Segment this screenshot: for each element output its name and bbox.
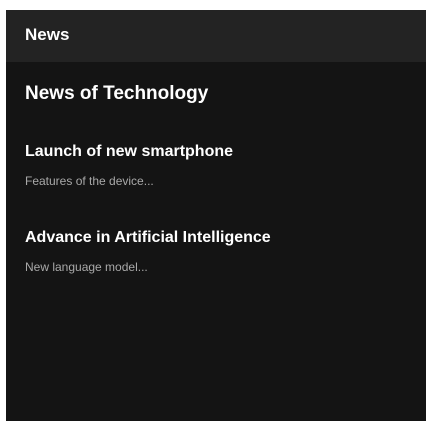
news-item-title: Launch of new smartphone	[25, 143, 234, 160]
news-item-title: Advance in Artificial Intelligence	[25, 229, 271, 246]
section-title: News of Technology	[25, 83, 209, 104]
news-item-smartphone[interactable]: Launch of new smartphone Features of the…	[25, 143, 415, 188]
news-item-subtitle: Features of the device...	[25, 174, 154, 188]
top-app-bar: News	[6, 10, 426, 62]
app-bar-title: News	[25, 25, 70, 44]
news-item-subtitle: New language model...	[25, 260, 148, 274]
news-item-ai[interactable]: Advance in Artificial Intelligence New l…	[25, 229, 415, 274]
app-screen: News News of Technology Launch of new sm…	[6, 10, 426, 421]
